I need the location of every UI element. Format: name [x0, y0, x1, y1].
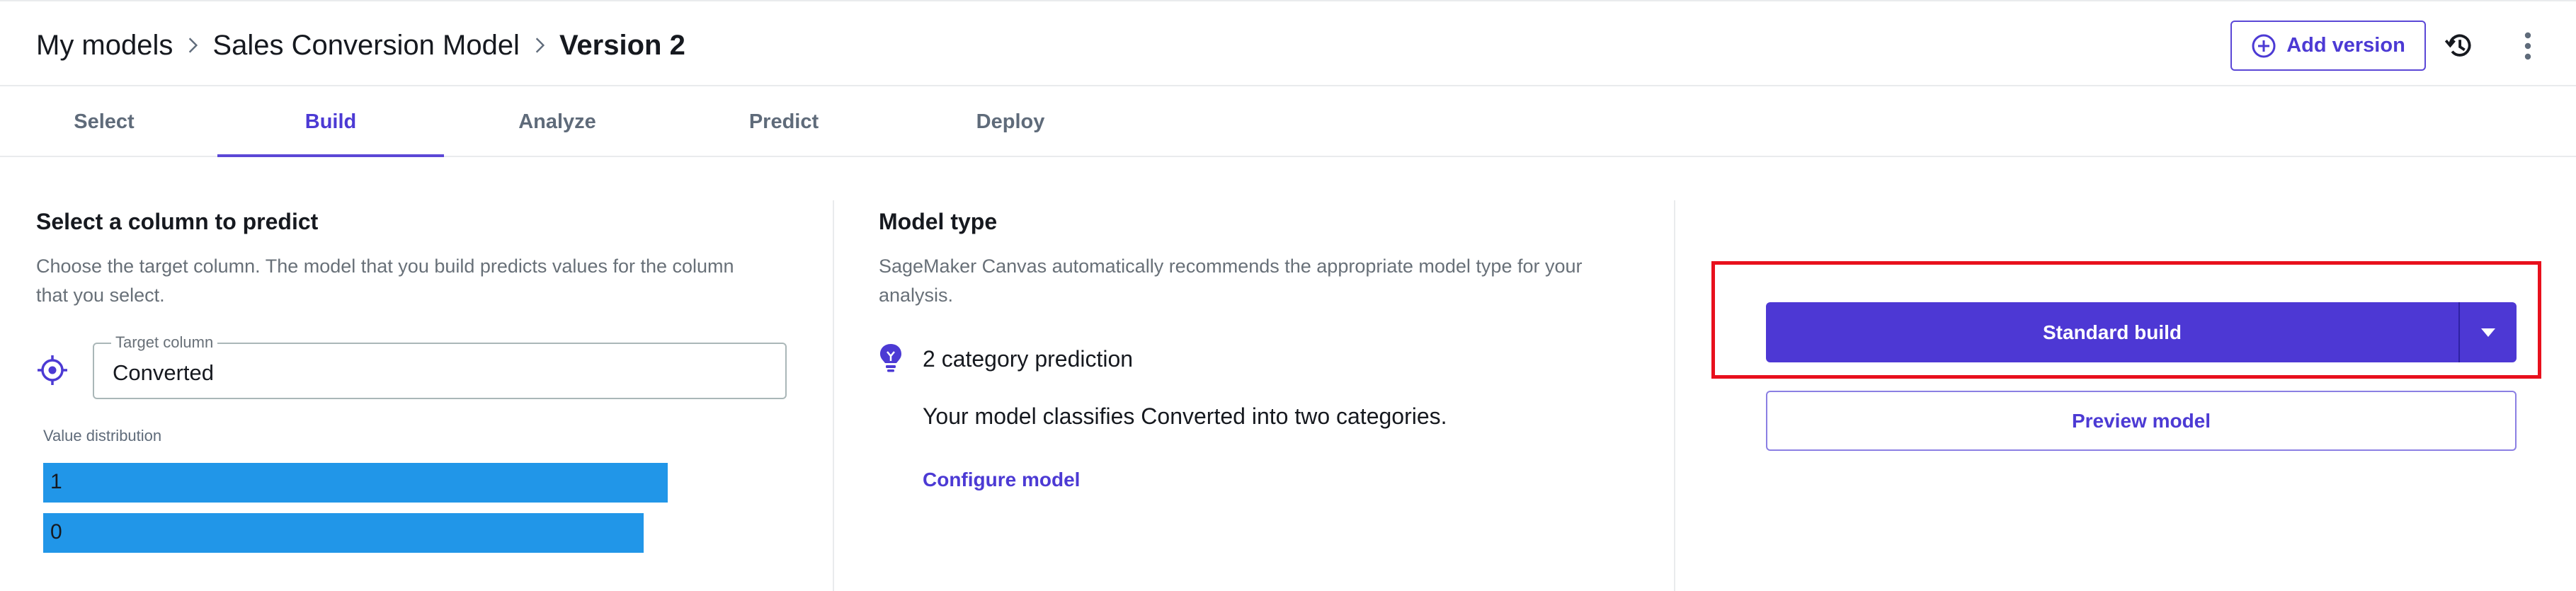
tab-build[interactable]: Build — [217, 88, 444, 157]
target-column-select[interactable]: Target column Converted — [93, 333, 787, 399]
page-header: My models Sales Conversion Model Version… — [0, 1, 2576, 86]
distribution-bar-label: 0 — [50, 520, 62, 544]
chevron-right-icon — [520, 25, 559, 65]
predict-column-description-line1: Choose the target column. The model that… — [36, 256, 734, 277]
tab-analyze[interactable]: Analyze — [444, 88, 671, 156]
configure-model-link[interactable]: Configure model — [923, 469, 1080, 491]
build-options-dropdown[interactable] — [2458, 302, 2517, 362]
model-type-description-line2: analysis. — [879, 285, 954, 306]
prediction-type: 2 category prediction — [923, 346, 1134, 372]
history-icon[interactable] — [2441, 28, 2477, 64]
standard-build-button[interactable]: Standard build — [1766, 302, 2517, 362]
lightbulb-icon — [880, 344, 901, 372]
caret-down-icon — [2481, 328, 2495, 337]
add-version-button[interactable]: Add version — [2230, 21, 2426, 71]
prediction-description: Your model classifies Converted into two… — [923, 403, 1447, 429]
tab-predict[interactable]: Predict — [671, 88, 897, 156]
breadcrumb-model[interactable]: Sales Conversion Model — [212, 30, 520, 62]
tab-select[interactable]: Select — [0, 88, 217, 156]
value-distribution-label: Value distribution — [43, 427, 162, 444]
column-divider — [1674, 200, 1675, 591]
predict-column-title: Select a column to predict — [36, 209, 319, 234]
tab-deploy[interactable]: Deploy — [897, 88, 1124, 156]
model-type-description-line1: SageMaker Canvas automatically recommend… — [879, 256, 1583, 277]
predict-column-description-line2: that you select. — [36, 285, 165, 306]
breadcrumb-current-version: Version 2 — [559, 29, 685, 61]
plus-circle-icon — [2252, 34, 2276, 57]
distribution-bar-1: 1 — [43, 463, 668, 503]
distribution-bar-label: 1 — [50, 470, 62, 493]
add-version-label: Add version — [2286, 34, 2405, 57]
preview-model-button[interactable]: Preview model — [1766, 391, 2517, 451]
distribution-bar-0: 0 — [43, 513, 644, 553]
chevron-right-icon — [173, 25, 212, 65]
kebab-menu-icon[interactable] — [2512, 27, 2543, 65]
target-column-value: Converted — [113, 360, 215, 385]
column-divider — [833, 200, 834, 591]
workflow-tabs: Select Build Analyze Predict Deploy — [0, 88, 2576, 157]
breadcrumb: My models Sales Conversion Model Version… — [36, 25, 685, 65]
target-icon — [38, 355, 67, 385]
model-type-title: Model type — [879, 209, 998, 234]
breadcrumb-my-models[interactable]: My models — [36, 30, 173, 62]
standard-build-label[interactable]: Standard build — [1766, 302, 2458, 362]
target-column-label: Target column — [111, 333, 218, 352]
